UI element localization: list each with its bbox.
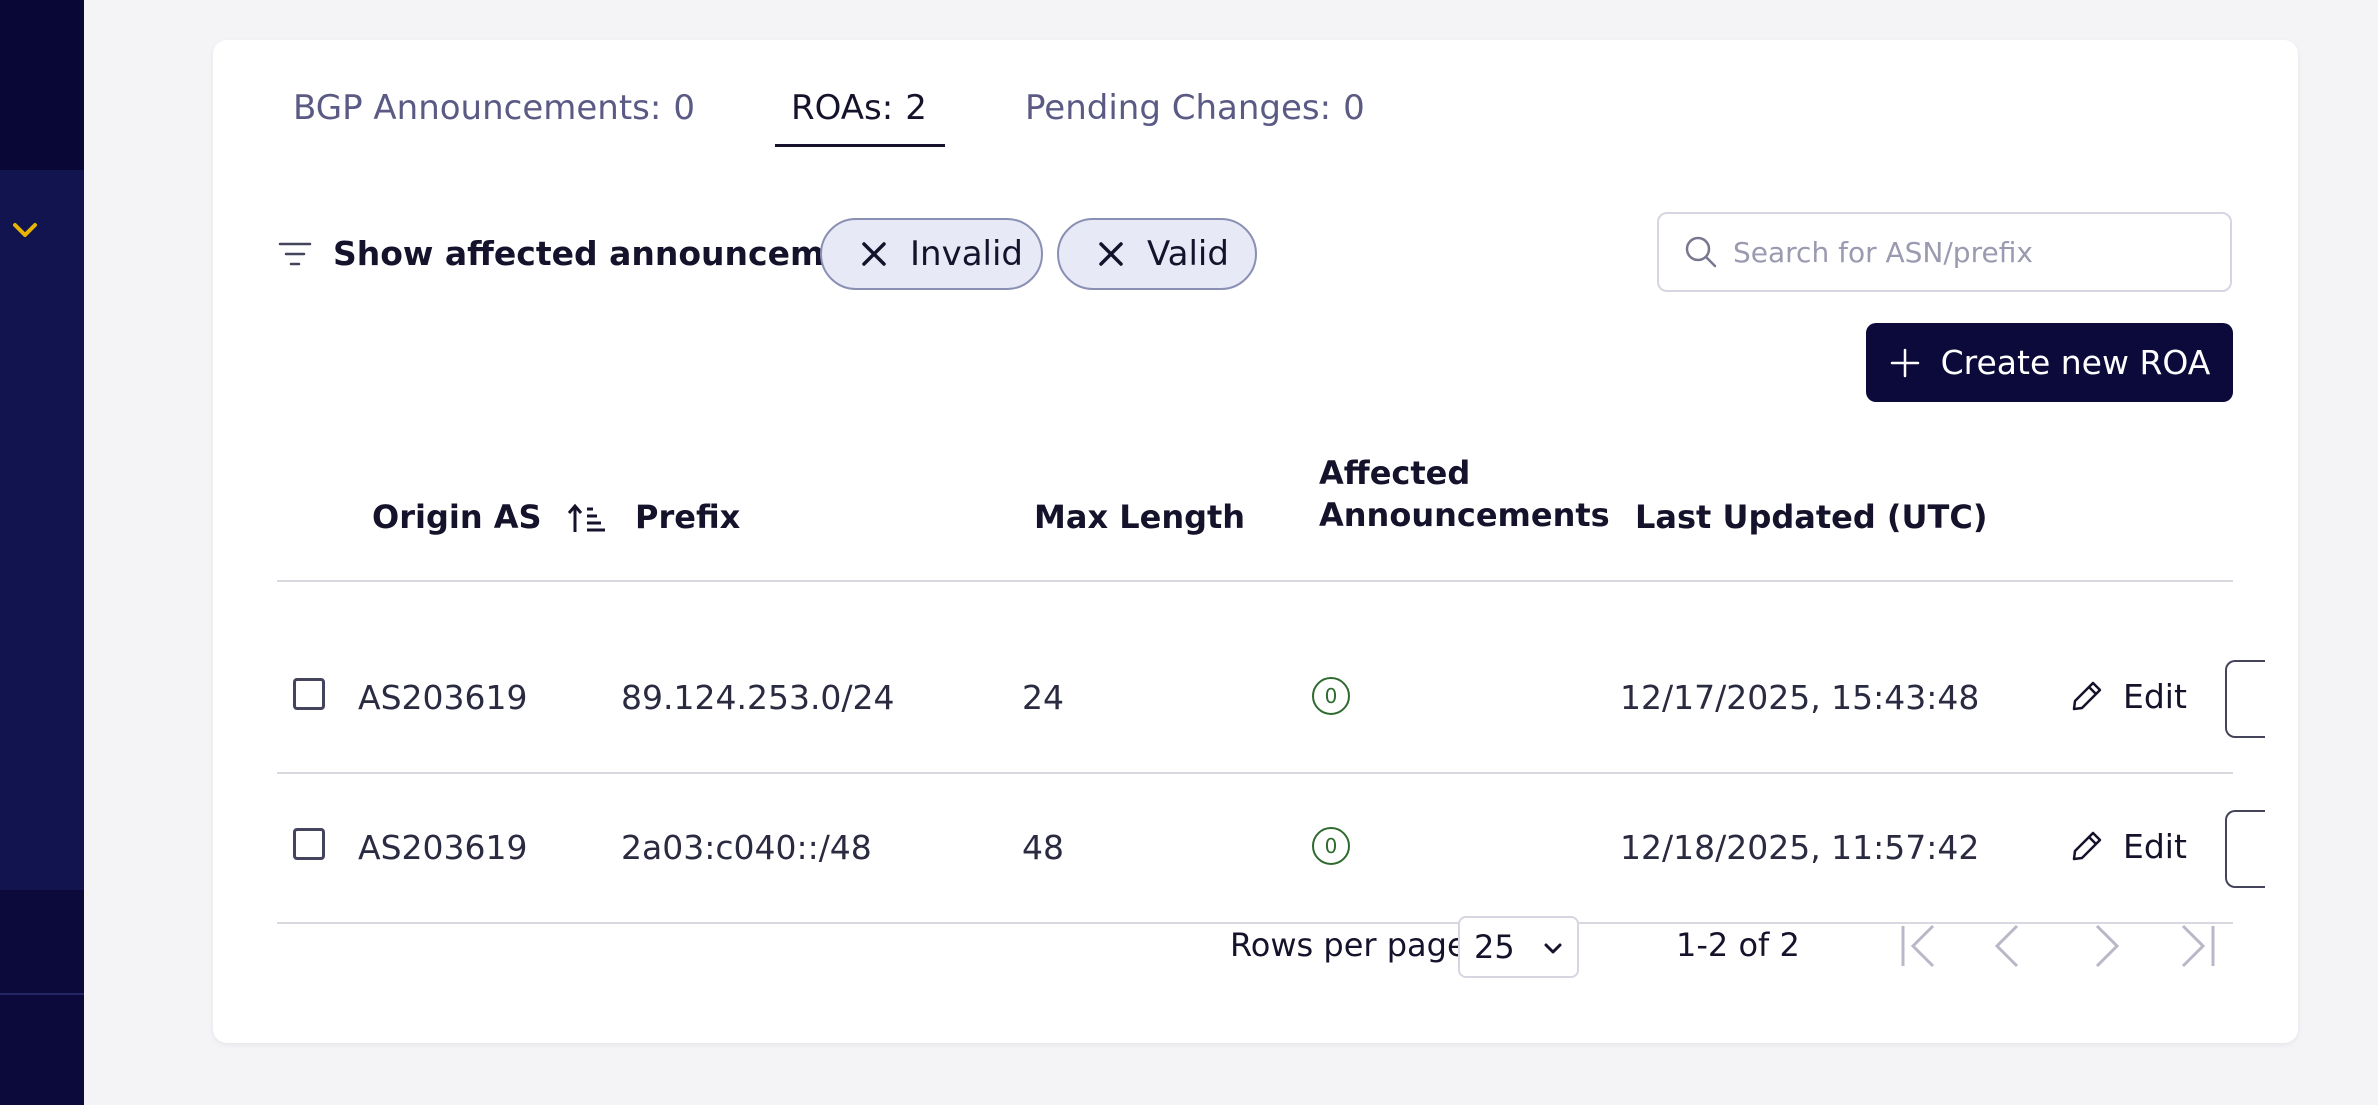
sidebar-footer [0, 890, 84, 1105]
sidebar [0, 0, 84, 1105]
affected-count-badge[interactable]: 0 [1312, 827, 1350, 865]
sidebar-header [0, 0, 84, 170]
edit-button[interactable]: Edit [2069, 816, 2187, 876]
pagination-range: 1-2 of 2 [1676, 926, 1800, 964]
column-header-prefix[interactable]: Prefix [635, 496, 740, 538]
tab-label: Pending Changes: [1025, 88, 1332, 128]
chevron-down-icon [1544, 943, 1562, 954]
column-header-affected-announcements[interactable]: Affected Announcements [1319, 452, 1610, 536]
edit-button[interactable]: Edit [2069, 666, 2187, 726]
cell-prefix: 2a03:c040::/48 [621, 828, 872, 867]
last-page-button[interactable] [2173, 918, 2221, 974]
chevron-left-icon [1994, 924, 2019, 968]
column-header-last-updated[interactable]: Last Updated (UTC) [1635, 496, 1987, 538]
cell-last-updated: 12/17/2025, 15:43:48 [1620, 678, 1980, 717]
column-label: Origin AS [372, 498, 542, 536]
pencil-icon [2072, 681, 2102, 711]
first-page-icon [1901, 924, 1935, 968]
cell-max-length: 24 [1022, 678, 1064, 717]
sidebar-divider [0, 993, 84, 995]
last-page-icon [2181, 924, 2215, 968]
sort-ascending-icon[interactable] [567, 502, 607, 536]
close-icon[interactable] [1097, 240, 1125, 268]
search-input[interactable] [1733, 235, 2213, 269]
chevron-down-icon[interactable] [10, 215, 40, 245]
chip-label: Valid [1147, 234, 1229, 274]
edit-label: Edit [2123, 676, 2187, 716]
cell-origin-as: AS203619 [358, 828, 528, 867]
column-header-max-length[interactable]: Max Length [1034, 496, 1245, 538]
row-checkbox[interactable] [293, 678, 325, 710]
tab-pending-changes[interactable]: Pending Changes: 0 [1025, 88, 1365, 128]
close-icon[interactable] [860, 240, 888, 268]
edit-label: Edit [2123, 826, 2187, 866]
sidebar-nav-section [0, 170, 84, 890]
tab-roas[interactable]: ROAs: 2 [791, 88, 927, 128]
cell-max-length: 48 [1022, 828, 1064, 867]
filter-chip-invalid[interactable]: Invalid [820, 218, 1043, 290]
first-page-button[interactable] [1895, 918, 1943, 974]
table-row: AS203619 2a03:c040::/48 48 0 12/18/2025,… [277, 774, 2265, 924]
tab-bgp-announcements[interactable]: BGP Announcements: 0 [293, 88, 695, 128]
rows-per-page-label: Rows per page [1230, 926, 1467, 964]
affected-count-badge[interactable]: 0 [1312, 677, 1350, 715]
tab-label: ROAs: [791, 88, 894, 128]
create-roa-button[interactable]: Create new ROA [1866, 323, 2233, 402]
next-page-button[interactable] [2081, 918, 2129, 974]
table-header: Origin AS Prefix Max Length Affected Ann… [277, 454, 2233, 582]
active-tab-indicator [775, 144, 945, 147]
tab-bar: BGP Announcements: 0 ROAs: 2 Pending Chang… [213, 40, 2298, 150]
column-header-origin-as[interactable]: Origin AS [372, 496, 607, 538]
tab-label: BGP Announcements: [293, 88, 662, 128]
chip-label: Invalid [910, 234, 1024, 274]
chevron-right-icon [2095, 924, 2120, 968]
cell-origin-as: AS203619 [358, 678, 528, 717]
row-action-button[interactable] [2225, 660, 2265, 738]
filter-chip-valid[interactable]: Valid [1057, 218, 1257, 290]
table-row: AS203619 89.124.253.0/24 24 0 12/17/2025… [277, 624, 2265, 774]
tab-count: 0 [673, 88, 695, 128]
tab-count: 2 [905, 88, 927, 128]
pencil-icon [2072, 831, 2102, 861]
previous-page-button[interactable] [1985, 918, 2033, 974]
roa-card: BGP Announcements: 0 ROAs: 2 Pending Chang… [213, 40, 2298, 1043]
search-box [1657, 212, 2232, 292]
cell-prefix: 89.124.253.0/24 [621, 678, 895, 717]
filter-lines-icon [278, 242, 312, 266]
row-checkbox[interactable] [293, 828, 325, 860]
plus-icon [1890, 348, 1919, 377]
rows-per-page-value: 25 [1474, 928, 1515, 966]
cell-last-updated: 12/18/2025, 11:57:42 [1620, 828, 1980, 867]
rows-per-page-select[interactable]: 25 [1458, 916, 1579, 978]
create-roa-label: Create new ROA [1940, 343, 2211, 382]
tab-count: 0 [1343, 88, 1365, 128]
row-action-button[interactable] [2225, 810, 2265, 888]
search-icon [1685, 236, 1717, 268]
